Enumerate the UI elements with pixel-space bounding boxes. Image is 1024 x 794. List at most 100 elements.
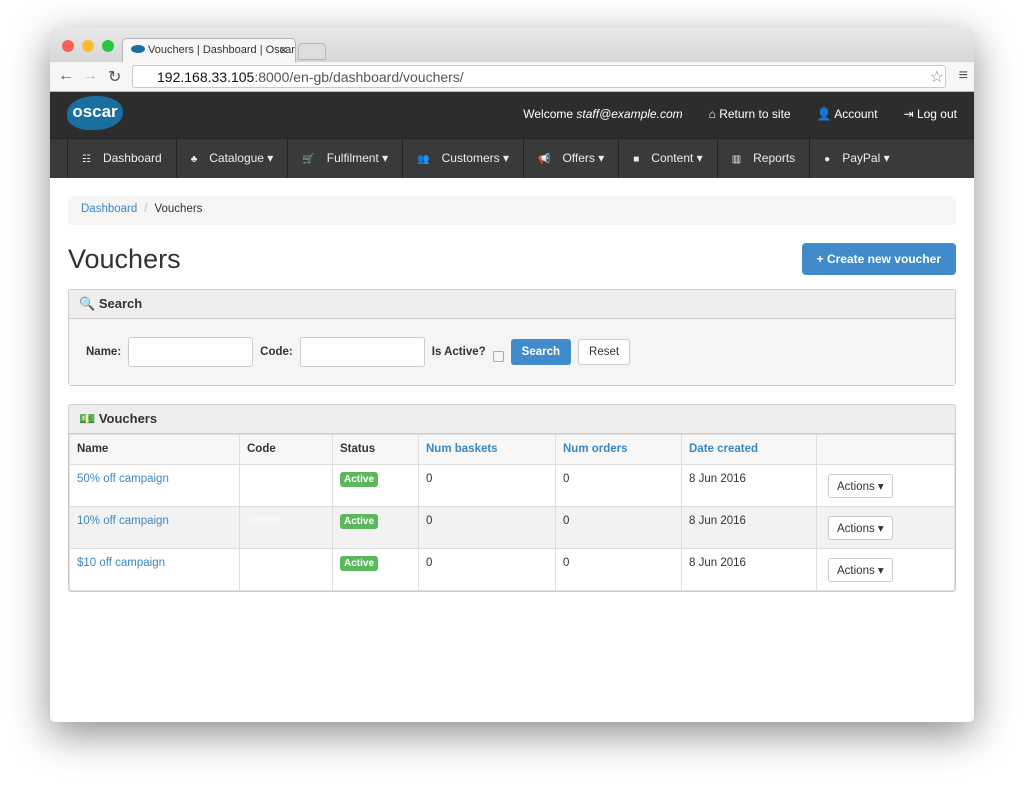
column-header: Status <box>332 434 419 465</box>
search-panel: 🔍 Search Name: Code: Is Active? Search R… <box>68 289 956 386</box>
num-orders: 0 <box>555 464 682 507</box>
table-row: 50% off campaign Active 0 0 8 Jun 2016 A… <box>69 464 955 507</box>
address-bar[interactable]: 192.168.33.105:8000/en-gb/dashboard/vouc… <box>132 65 946 88</box>
nav-item[interactable]: ■ Content ▾ <box>618 139 716 178</box>
money-icon: 💵 <box>79 411 96 426</box>
date-created: 8 Jun 2016 <box>681 506 817 549</box>
date-created: 8 Jun 2016 <box>681 548 817 591</box>
breadcrumb-current: Vouchers <box>154 203 203 215</box>
is-active-checkbox[interactable] <box>492 350 504 362</box>
num-baskets: 0 <box>418 464 556 507</box>
nav-label: PayPal ▾ <box>842 151 890 165</box>
column-header[interactable]: Num baskets <box>418 434 556 465</box>
status-badge: Active <box>340 514 379 529</box>
voucher-name-link[interactable]: 50% off campaign <box>77 473 169 485</box>
nav-icon: 📢 <box>537 154 551 165</box>
bookmark-star-icon[interactable]: ☆ <box>930 67 944 87</box>
oscar-logo[interactable]: oscar <box>67 96 123 130</box>
code-input[interactable] <box>299 337 425 367</box>
nav-icon: 👥 <box>417 154 430 165</box>
column-header: Name <box>69 434 240 465</box>
nav-label: Catalogue ▾ <box>209 151 274 165</box>
account-link[interactable]: 👤 Account <box>817 107 878 121</box>
num-baskets: 0 <box>418 506 556 549</box>
nav-item[interactable]: ● PayPal ▾ <box>809 139 903 178</box>
nav-item[interactable]: ♣ Catalogue ▾ <box>175 139 288 178</box>
table-row: $10 off campaign Active 0 0 8 Jun 2016 A… <box>69 548 955 591</box>
logout-link[interactable]: ⇥ Log out <box>904 107 957 121</box>
is-active-label: Is Active? <box>431 346 486 358</box>
nav-icon: ☷ <box>82 154 91 165</box>
num-orders: 0 <box>555 548 682 591</box>
nav-icon: ♣ <box>190 154 198 165</box>
table-row: 10% off campaign 999999 Active 0 0 8 Jun… <box>69 506 955 549</box>
browser-tab[interactable]: Vouchers | Dashboard | Oscar ✕ <box>122 38 296 62</box>
main-nav: ☷ Dashboard ♣ Catalogue ▾ 🛒 Fulfilment ▾ 👥 Cust… <box>50 138 974 178</box>
top-bar: oscar Welcome staff@example.com ⌂ Return… <box>50 92 974 138</box>
reset-button[interactable]: Reset <box>578 339 631 365</box>
num-orders: 0 <box>555 506 682 549</box>
url-host: 192.168.33.105 <box>157 69 255 85</box>
nav-icon: ● <box>824 154 831 165</box>
url-path: :8000/en-gb/dashboard/vouchers/ <box>254 69 464 85</box>
actions-dropdown[interactable]: Actions ▾ <box>828 474 893 498</box>
name-label: Name: <box>86 346 122 358</box>
minimize-window-button[interactable] <box>82 40 94 52</box>
return-to-site-link[interactable]: ⌂ Return to site <box>709 107 791 121</box>
breadcrumb-dashboard[interactable]: Dashboard <box>81 203 137 215</box>
status-badge: Active <box>340 472 379 487</box>
welcome-text: Welcome staff@example.com <box>523 107 683 121</box>
status-badge: Active <box>340 556 379 571</box>
column-header: Code <box>239 434 333 465</box>
nav-label: Reports <box>753 151 796 165</box>
nav-item[interactable]: ☷ Dashboard <box>67 139 176 178</box>
nav-label: Content ▾ <box>651 151 703 165</box>
back-icon[interactable]: ← <box>58 67 74 85</box>
new-tab-button[interactable] <box>298 43 326 60</box>
column-header[interactable]: Date created <box>681 434 817 465</box>
nav-icon: ■ <box>633 154 640 165</box>
reload-icon[interactable]: ↻ <box>108 67 121 87</box>
date-created: 8 Jun 2016 <box>681 464 817 507</box>
voucher-code: 999999 <box>239 506 333 549</box>
vouchers-table: Name Code Status Num baskets Num orders Date … <box>69 434 955 591</box>
page-title: Vouchers <box>68 243 181 274</box>
nav-item[interactable]: ▥ Reports <box>716 139 809 178</box>
browser-toolbar: ← → ↻ 192.168.33.105:8000/en-gb/dashboar… <box>50 62 974 92</box>
actions-dropdown[interactable]: Actions ▾ <box>828 558 893 582</box>
code-label: Code: <box>260 346 293 358</box>
vouchers-panel-title: Vouchers <box>98 411 158 426</box>
voucher-code <box>239 548 333 591</box>
nav-label: Dashboard <box>102 151 162 165</box>
search-panel-title: Search <box>98 296 143 311</box>
menu-icon[interactable]: ≡ <box>959 67 968 85</box>
actions-dropdown[interactable]: Actions ▾ <box>828 516 893 540</box>
column-header[interactable]: Num orders <box>555 434 682 465</box>
num-baskets: 0 <box>418 548 556 591</box>
voucher-code <box>239 464 333 507</box>
search-icon: 🔍 <box>79 296 96 311</box>
nav-icon: ▥ <box>731 154 742 165</box>
nav-item[interactable]: 📢 Offers ▾ <box>522 139 618 178</box>
voucher-name-link[interactable]: $10 off campaign <box>77 557 165 569</box>
nav-label: Offers ▾ <box>562 151 605 165</box>
nav-icon: 🛒 <box>302 154 315 165</box>
column-header <box>816 434 955 465</box>
nav-item[interactable]: 🛒 Fulfilment ▾ <box>287 139 402 178</box>
forward-icon[interactable]: → <box>82 67 98 85</box>
browser-window: Vouchers | Dashboard | Oscar ✕ ← → ↻ 192.… <box>50 28 974 722</box>
favicon-icon <box>131 45 145 53</box>
search-button[interactable]: Search <box>510 339 572 365</box>
voucher-name-link[interactable]: 10% off campaign <box>77 515 169 527</box>
close-window-button[interactable] <box>62 40 74 52</box>
breadcrumb: Dashboard / Vouchers <box>68 196 956 225</box>
name-input[interactable] <box>128 337 254 367</box>
vouchers-panel: 💵 Vouchers Name Code Status Num baskets Num … <box>68 404 956 592</box>
maximize-window-button[interactable] <box>102 40 114 52</box>
tab-title: Vouchers | Dashboard | Oscar <box>148 44 295 56</box>
nav-item[interactable]: 👥 Customers ▾ <box>402 139 523 178</box>
create-voucher-button[interactable]: + Create new voucher <box>801 243 956 275</box>
nav-label: Fulfilment ▾ <box>326 151 389 165</box>
close-tab-icon[interactable]: ✕ <box>279 44 288 57</box>
tab-bar: Vouchers | Dashboard | Oscar ✕ <box>50 28 974 62</box>
